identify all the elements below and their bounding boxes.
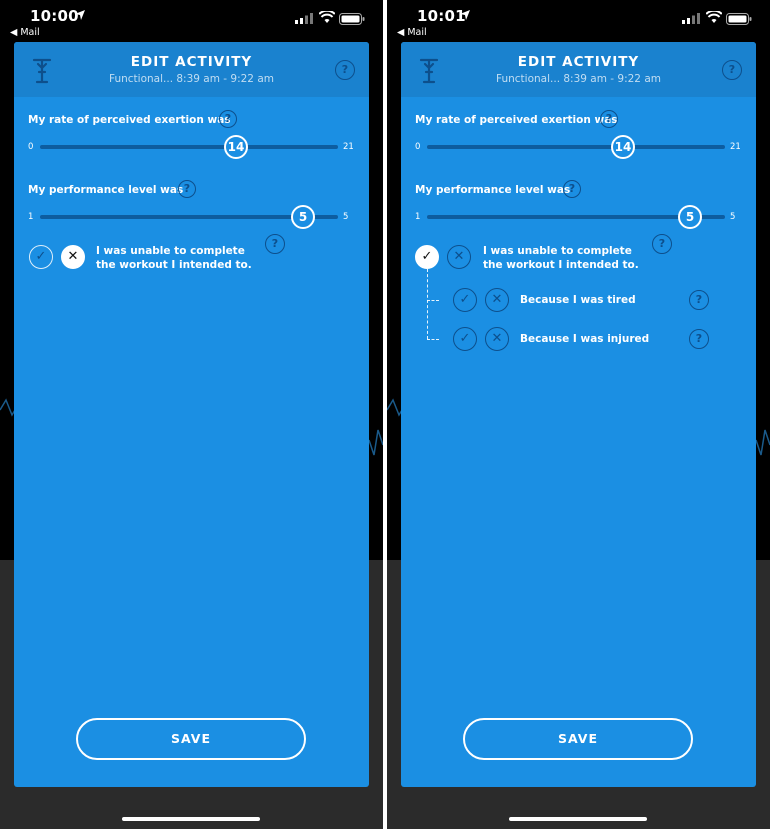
exertion-label: My rate of perceived exertion was xyxy=(28,114,231,126)
header-help-icon[interactable]: ? xyxy=(722,60,742,80)
unable-no-toggle[interactable]: ✕ xyxy=(447,245,471,269)
page-title: EDIT ACTIVITY xyxy=(517,54,640,70)
performance-slider-knob[interactable]: 5 xyxy=(291,205,315,229)
exertion-slider-knob[interactable]: 14 xyxy=(611,135,635,159)
performance-max: 5 xyxy=(730,212,736,222)
reason-connector xyxy=(427,269,428,339)
reason-injured-yes-toggle[interactable]: ✓ xyxy=(453,327,477,351)
battery-icon xyxy=(726,13,752,25)
home-indicator[interactable] xyxy=(122,817,260,821)
page-title: EDIT ACTIVITY xyxy=(130,54,253,70)
performance-min: 1 xyxy=(415,212,421,222)
reason-injured-no-toggle[interactable]: ✕ xyxy=(485,327,509,351)
activity-subtitle: Functional... 8:39 am - 9:22 am xyxy=(496,73,661,85)
exertion-slider-track[interactable] xyxy=(427,145,725,149)
home-indicator[interactable] xyxy=(509,817,647,821)
unable-yes-toggle[interactable]: ✓ xyxy=(29,245,53,269)
exertion-help-icon[interactable]: ? xyxy=(600,110,618,128)
unable-question: I was unable to complete the workout I i… xyxy=(483,245,639,271)
wifi-icon xyxy=(319,11,335,23)
reason-connector xyxy=(427,300,439,301)
exertion-max: 21 xyxy=(730,142,741,152)
reason-tired-help-icon[interactable]: ? xyxy=(689,290,709,310)
wifi-icon xyxy=(706,11,722,23)
back-to-app-link[interactable]: ◀ Mail xyxy=(10,27,40,38)
battery-icon xyxy=(339,13,365,25)
location-arrow-icon xyxy=(460,10,470,20)
screen-before: 10:00 ◀ Mail EDIT ACTIVITY Functional...… xyxy=(0,0,383,829)
unable-help-icon[interactable]: ? xyxy=(265,234,285,254)
reason-tired-yes-toggle[interactable]: ✓ xyxy=(453,288,477,312)
sheet-header: EDIT ACTIVITY Functional... 8:39 am - 9:… xyxy=(401,42,756,97)
exertion-slider-knob[interactable]: 14 xyxy=(224,135,248,159)
activity-subtitle: Functional... 8:39 am - 9:22 am xyxy=(109,73,274,85)
check-icon: ✓ xyxy=(421,249,433,264)
performance-min: 1 xyxy=(28,212,34,222)
back-arrow-icon: ◀ xyxy=(10,27,18,38)
reason-injured-label: Because I was injured xyxy=(520,333,650,345)
cellular-signal-icon xyxy=(295,13,313,24)
check-icon: ✓ xyxy=(459,331,471,346)
exertion-help-icon[interactable]: ? xyxy=(219,110,237,128)
cross-icon: ✕ xyxy=(67,249,79,264)
reason-connector xyxy=(427,339,439,340)
cross-icon: ✕ xyxy=(491,292,503,307)
reason-tired-label: Because I was tired xyxy=(520,294,636,306)
sheet-header: EDIT ACTIVITY Functional... 8:39 am - 9:… xyxy=(14,42,369,97)
status-bar: 10:00 ◀ Mail xyxy=(0,0,383,40)
exertion-max: 21 xyxy=(343,142,354,152)
performance-help-icon[interactable]: ? xyxy=(178,180,196,198)
performance-label: My performance level was xyxy=(28,184,184,196)
save-button[interactable]: SAVE xyxy=(463,718,693,760)
header-help-icon[interactable]: ? xyxy=(335,60,355,80)
unable-yes-toggle[interactable]: ✓ xyxy=(415,245,439,269)
back-to-app-link[interactable]: ◀ Mail xyxy=(397,27,427,38)
cross-icon: ✕ xyxy=(453,249,465,264)
performance-help-icon[interactable]: ? xyxy=(563,180,581,198)
reason-tired-no-toggle[interactable]: ✕ xyxy=(485,288,509,312)
check-icon: ✓ xyxy=(459,292,471,307)
unable-help-icon[interactable]: ? xyxy=(652,234,672,254)
screen-after: 10:01 ◀ Mail EDIT ACTIVITY Functional...… xyxy=(387,0,770,829)
exertion-slider-track[interactable] xyxy=(40,145,338,149)
back-arrow-icon: ◀ xyxy=(397,27,405,38)
exertion-label: My rate of perceived exertion was xyxy=(415,114,618,126)
unable-question: I was unable to complete the workout I i… xyxy=(96,245,252,271)
performance-max: 5 xyxy=(343,212,349,222)
location-arrow-icon xyxy=(75,10,85,20)
status-time: 10:00 xyxy=(30,7,79,25)
check-icon: ✓ xyxy=(35,249,47,264)
reason-injured-help-icon[interactable]: ? xyxy=(689,329,709,349)
cellular-signal-icon xyxy=(682,13,700,24)
status-bar: 10:01 ◀ Mail xyxy=(387,0,770,40)
edit-activity-sheet: EDIT ACTIVITY Functional... 8:39 am - 9:… xyxy=(401,42,756,787)
cross-icon: ✕ xyxy=(491,331,503,346)
exertion-min: 0 xyxy=(28,142,34,152)
performance-slider-knob[interactable]: 5 xyxy=(678,205,702,229)
unable-no-toggle[interactable]: ✕ xyxy=(61,245,85,269)
save-button[interactable]: SAVE xyxy=(76,718,306,760)
edit-activity-sheet: EDIT ACTIVITY Functional... 8:39 am - 9:… xyxy=(14,42,369,787)
performance-label: My performance level was xyxy=(415,184,571,196)
exertion-min: 0 xyxy=(415,142,421,152)
